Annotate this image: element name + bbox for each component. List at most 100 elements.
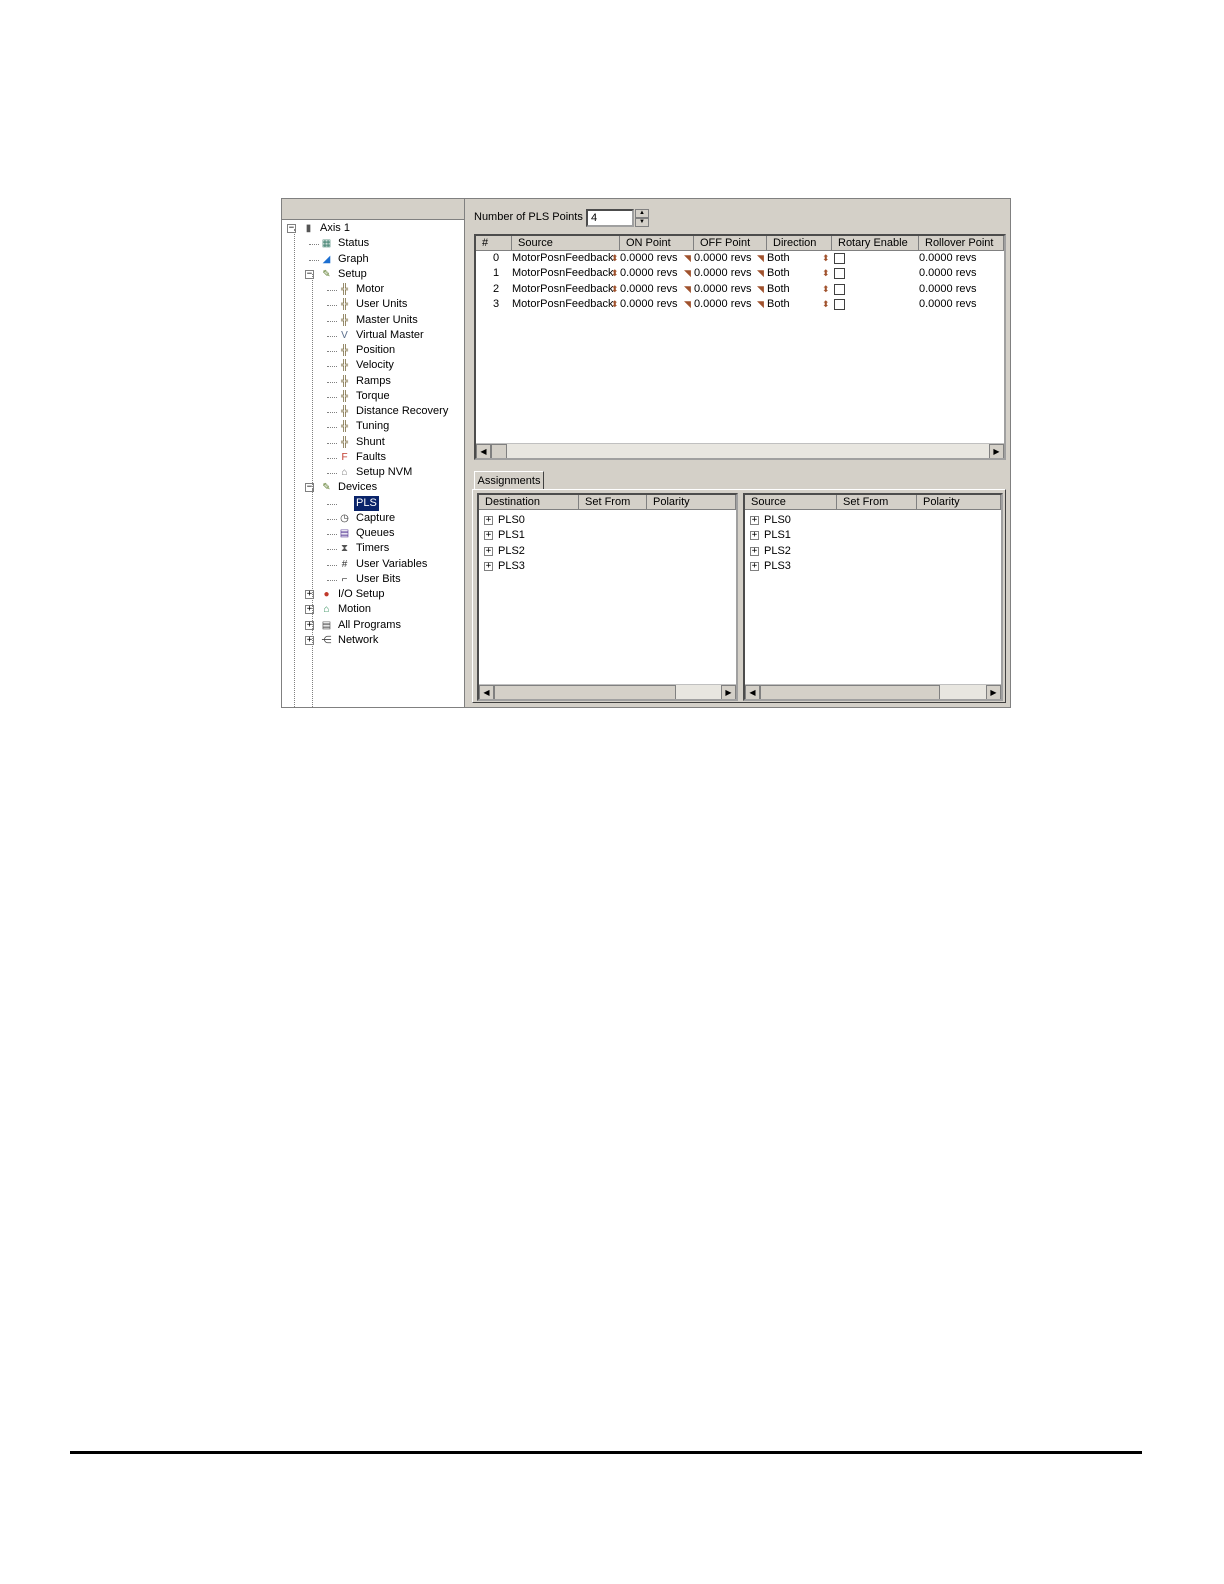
expand-icon[interactable]: + <box>750 561 759 571</box>
tree-node-tuning[interactable]: ╬ Tuning <box>282 419 464 434</box>
tree-connector <box>327 457 337 459</box>
tree-node-shunt[interactable]: ╬ Shunt <box>282 435 464 450</box>
tree-node-torque[interactable]: ╬ Torque <box>282 389 464 404</box>
tab-assignments[interactable]: Assignments <box>474 471 544 490</box>
pls-grid-hscrollbar[interactable]: ◀ ▶ <box>476 443 1004 458</box>
tree-node-devices[interactable]: − ✎ Devices <box>282 480 464 495</box>
scroll-right-icon[interactable]: ▶ <box>989 444 1004 458</box>
scroll-left-icon[interactable]: ◀ <box>745 685 760 699</box>
tree-node-setup[interactable]: − ✎ Setup <box>282 267 464 282</box>
list-item[interactable]: + PLS2 <box>745 544 865 559</box>
table-row[interactable]: 0 MotorPosnFeedback ⬍ 0.0000 revs ◥ 0.0000 re… <box>476 251 1004 266</box>
tree-node-label: Motion <box>338 603 372 616</box>
tree-node-position[interactable]: ╬ Position <box>282 343 464 358</box>
tree-node-motion[interactable]: + ⌂ Motion <box>282 602 464 617</box>
tree-node-label: Axis 1 <box>320 222 350 234</box>
expand-icon[interactable]: + <box>750 546 759 556</box>
dropdown-arrow-icon[interactable]: ⬍ <box>822 266 830 281</box>
tree-node-ramps[interactable]: ╬ Ramps <box>282 374 464 389</box>
dropdown-arrow-icon[interactable]: ⬍ <box>611 251 619 266</box>
tree-node-label: Ramps <box>356 374 391 387</box>
expand-icon[interactable]: + <box>484 531 493 541</box>
pls-points-input[interactable] <box>586 209 634 227</box>
list-item[interactable]: + PLS3 <box>745 559 865 574</box>
list-item[interactable]: + PLS0 <box>479 513 599 528</box>
destination-list-hscrollbar[interactable]: ◀ ▶ <box>479 684 736 699</box>
dropdown-arrow-icon[interactable]: ⬍ <box>611 266 619 281</box>
tree-node-label: Capture <box>356 511 396 524</box>
tree-node-user-units[interactable]: ╬ User Units <box>282 297 464 312</box>
list-item[interactable]: + PLS1 <box>479 528 599 543</box>
scroll-right-icon[interactable]: ▶ <box>721 685 736 699</box>
rotary-enable-checkbox[interactable] <box>834 298 845 310</box>
tree-node-i-o-setup[interactable]: + ● I/O Setup <box>282 587 464 602</box>
motion-icon: ⌂ <box>323 604 330 616</box>
list-column-header[interactable]: Set From <box>837 495 917 510</box>
tree-node-setup-nvm[interactable]: ⌂ Setup NVM <box>282 465 464 480</box>
tree-node-graph[interactable]: ◢ Graph <box>282 252 464 267</box>
rotary-enable-checkbox[interactable] <box>834 253 845 264</box>
expand-icon[interactable]: + <box>484 516 493 525</box>
tree-node-queues[interactable]: ▤ Queues <box>282 526 464 541</box>
dropdown-arrow-icon[interactable]: ⬍ <box>822 297 830 312</box>
list-item[interactable]: + PLS1 <box>745 528 865 543</box>
expand-icon[interactable]: + <box>750 516 759 525</box>
on-point-cell: 0.0000 revs <box>620 267 678 280</box>
pls-column-header[interactable]: OFF Point <box>694 236 767 251</box>
list-item[interactable]: + PLS0 <box>745 513 865 528</box>
list-column-header[interactable]: Polarity <box>647 495 736 510</box>
spin-up-icon[interactable]: ▲ <box>635 209 649 218</box>
tree-node-distance-recovery[interactable]: ╬ Distance Recovery <box>282 404 464 419</box>
list-item-label: PLS3 <box>764 559 791 572</box>
tree-node-network[interactable]: + ⋲ Network <box>282 633 464 648</box>
list-item[interactable]: + PLS3 <box>479 559 599 574</box>
table-row[interactable]: 3 MotorPosnFeedback ⬍ 0.0000 revs ◥ 0.0000 re… <box>476 297 1004 312</box>
tree-node-velocity[interactable]: ╬ Velocity <box>282 358 464 373</box>
tree-node-status[interactable]: ▦ Status <box>282 236 464 251</box>
tree-node-motor[interactable]: ╬ Motor <box>282 282 464 297</box>
tree-node-faults[interactable]: F Faults <box>282 450 464 465</box>
tree-node-user-bits[interactable]: ⌐ User Bits <box>282 572 464 587</box>
pls-points-spinner[interactable]: ▲ ▼ <box>635 209 649 227</box>
expand-icon[interactable]: + <box>750 531 759 541</box>
expand-icon[interactable]: + <box>484 561 493 571</box>
dropdown-arrow-icon[interactable]: ⬍ <box>611 282 619 297</box>
table-row[interactable]: 2 MotorPosnFeedback ⬍ 0.0000 revs ◥ 0.0000 re… <box>476 282 1004 297</box>
tree-node-virtual-master[interactable]: V Virtual Master <box>282 328 464 343</box>
list-column-header[interactable]: Destination <box>479 495 579 510</box>
tree-node-pls[interactable]: PLS <box>282 495 464 511</box>
tree-node-user-variables[interactable]: # User Variables <box>282 557 464 572</box>
scroll-thumb[interactable] <box>494 685 676 699</box>
expand-icon[interactable]: + <box>484 546 493 556</box>
project-tree-panel: − ▮ Axis 1 ▦ Status ◢ Graph − ✎ Setup ╬ Motor ╬ User … <box>282 199 465 707</box>
scroll-right-icon[interactable]: ▶ <box>986 685 1001 699</box>
tree-node-axis-1[interactable]: − ▮ Axis 1 <box>282 221 464 236</box>
list-column-header[interactable]: Source <box>745 495 837 510</box>
pls-column-header[interactable]: # <box>476 236 512 251</box>
pls-column-header[interactable]: ON Point <box>620 236 694 251</box>
dropdown-arrow-icon[interactable]: ⬍ <box>822 251 830 266</box>
pls-grid-header: # Source ON Point OFF Point Direction Rotary … <box>476 236 1004 251</box>
dropdown-arrow-icon[interactable]: ⬍ <box>822 282 830 297</box>
tree-node-capture[interactable]: ◷ Capture <box>282 511 464 526</box>
tree-node-all-programs[interactable]: + ▤ All Programs <box>282 618 464 633</box>
list-column-header[interactable]: Polarity <box>917 495 1001 510</box>
rotary-enable-checkbox[interactable] <box>834 268 845 280</box>
pls-column-header[interactable]: Source <box>512 236 620 251</box>
pls-column-header[interactable]: Rollover Point <box>919 236 1004 251</box>
list-item[interactable]: + PLS2 <box>479 544 599 559</box>
pls-column-header[interactable]: Direction <box>767 236 832 251</box>
scroll-left-icon[interactable]: ◀ <box>479 685 494 699</box>
source-list-hscrollbar[interactable]: ◀ ▶ <box>745 684 1001 699</box>
pls-column-header[interactable]: Rotary Enable <box>832 236 919 251</box>
scroll-left-icon[interactable]: ◀ <box>476 444 491 458</box>
list-column-header[interactable]: Set From <box>579 495 647 510</box>
table-row[interactable]: 1 MotorPosnFeedback ⬍ 0.0000 revs ◥ 0.0000 re… <box>476 266 1004 281</box>
spin-down-icon[interactable]: ▼ <box>635 218 649 227</box>
tree-node-timers[interactable]: ⧗ Timers <box>282 541 464 556</box>
scroll-thumb[interactable] <box>760 685 940 699</box>
tree-node-master-units[interactable]: ╬ Master Units <box>282 313 464 328</box>
scroll-thumb[interactable] <box>491 444 507 458</box>
rotary-enable-checkbox[interactable] <box>834 283 845 295</box>
dropdown-arrow-icon[interactable]: ⬍ <box>611 297 619 312</box>
